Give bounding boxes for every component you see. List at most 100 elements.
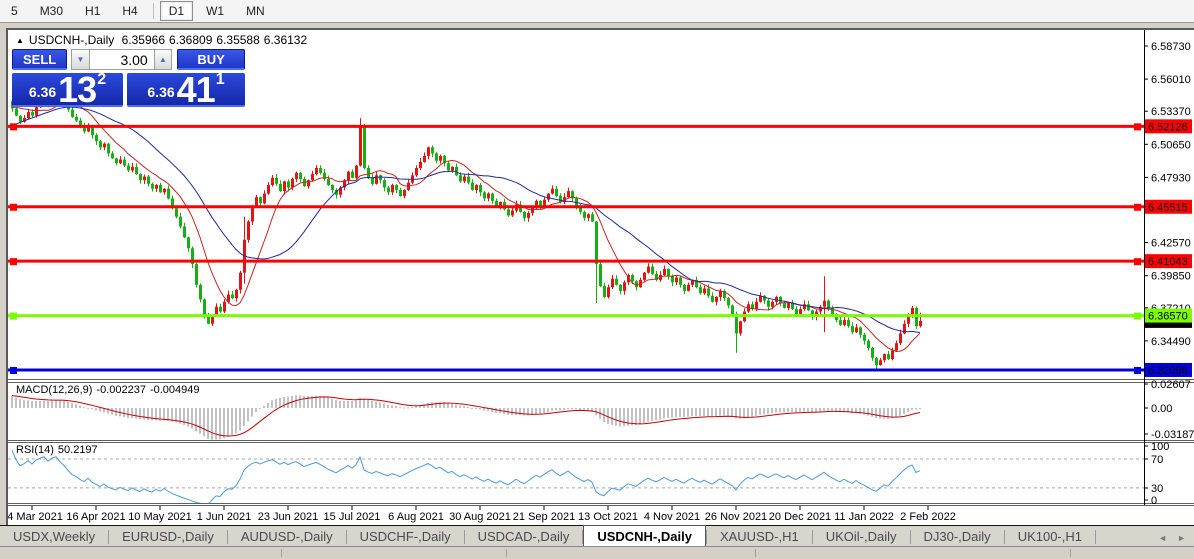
sell-button[interactable]: SELL: [12, 49, 67, 70]
tab-uk100-h1[interactable]: UK100-,H1: [1005, 527, 1095, 547]
date-tick-label: 16 Apr 2021: [66, 511, 125, 523]
price-line-label: 6.36570: [1148, 311, 1188, 323]
timeframe-button-d1[interactable]: D1: [160, 1, 193, 21]
panel-divider: [1070, 549, 1071, 557]
volume-input[interactable]: [90, 49, 154, 70]
date-tick-label: 13 Oct 2021: [578, 511, 638, 523]
panel-divider: [506, 549, 507, 557]
date-tick-label: 2 Feb 2022: [900, 511, 956, 523]
date-tick-label: 26 Nov 2021: [705, 511, 767, 523]
buy-price-display[interactable]: 6.36 41 1: [127, 73, 245, 107]
chart-title: ▲USDCNH-,Daily 6.359666.368096.355886.36…: [16, 33, 311, 47]
date-tick-label: 20 Dec 2021: [769, 511, 831, 523]
pane-separators: [8, 380, 1194, 506]
date-tick-label: 23 Jun 2021: [258, 511, 319, 523]
collapse-panel-icon[interactable]: ▲: [16, 36, 24, 45]
volume-increase-button[interactable]: ▲: [154, 49, 172, 70]
spinner-up-icon: ▲: [159, 55, 167, 64]
macd-indicator-label: MACD(12,26,9)-0.002237-0.004949: [16, 384, 204, 396]
price-tick-label: 6.50650: [1151, 139, 1191, 151]
trading-platform-window: { "icons": { "collapse": "▲", "spinner_d…: [0, 0, 1194, 558]
sell-price-figure: 6.36: [29, 84, 56, 100]
chart-title-symbol: USDCNH-,Daily: [29, 33, 114, 47]
timeframe-button-5[interactable]: 5: [2, 1, 27, 21]
buy-price-point: 1: [216, 71, 225, 89]
tab-ukoil-daily[interactable]: UKOil-,Daily: [813, 527, 910, 547]
rsi-indicator-label: RSI(14) 50.2197: [16, 444, 102, 456]
hline-handle-right[interactable]: [1134, 313, 1141, 320]
macd-name: MACD(12,26,9): [16, 384, 92, 396]
timeframe-button-mn[interactable]: MN: [237, 1, 274, 21]
bottom-panel-edge: [0, 546, 1194, 559]
price-tick-label: 6.56010: [1151, 74, 1191, 86]
rsi-value: 50.2197: [58, 444, 98, 456]
timeframe-toolbar: 5M30H1H4 D1W1MN: [0, 0, 1194, 23]
price-tick-label: 6.39850: [1151, 271, 1191, 283]
date-tick-label: 10 May 2021: [128, 511, 192, 523]
price-tick-label: 6.58730: [1151, 41, 1191, 53]
hline-handle-left[interactable]: [10, 123, 17, 130]
tab-scroll-left-icon[interactable]: ◄: [1158, 533, 1167, 543]
macd-main-value: -0.002237: [96, 384, 146, 396]
macd-axis-label: 0.00: [1151, 403, 1172, 415]
spinner-down-icon: ▼: [77, 55, 85, 64]
hline-handle-left[interactable]: [10, 258, 17, 265]
date-tick-label: 24 Mar 2021: [8, 511, 63, 523]
macd-axis-label: -0.031872: [1151, 429, 1194, 441]
hline-handle-left[interactable]: [10, 367, 17, 374]
price-axis[interactable]: 6.58730 6.56010 6.53370 6.50650 6.47930 6.425…: [1144, 30, 1194, 507]
rsi-name: RSI(14): [16, 444, 54, 456]
rsi-axis-label: 0: [1151, 495, 1157, 507]
tab-scroll-right-icon[interactable]: ►: [1177, 533, 1186, 543]
tab-dj30-daily[interactable]: DJ30-,Daily: [911, 527, 1004, 547]
panel-divider: [755, 549, 756, 557]
tab-usdx-weekly[interactable]: USDX,Weekly: [0, 527, 108, 547]
price-tick-label: 6.42570: [1151, 238, 1191, 250]
hline-handle-right[interactable]: [1134, 367, 1141, 374]
timeframe-button-h4[interactable]: H4: [113, 1, 146, 21]
ohlc-high: 6.36809: [169, 33, 212, 47]
hline-handle-right[interactable]: [1134, 258, 1141, 265]
timeframe-button-m30[interactable]: M30: [31, 1, 72, 21]
date-tick-label: 15 Jul 2021: [324, 511, 381, 523]
tab-audusd-daily[interactable]: AUDUSD-,Daily: [228, 527, 346, 547]
sell-price-pips: 13: [58, 75, 96, 105]
volume-decrease-button[interactable]: ▼: [71, 49, 89, 70]
symbol-tabbar: USDX,WeeklyEURUSD-,DailyAUDUSD-,DailyUSD…: [0, 525, 1194, 547]
chart-window: 6.58730 6.56010 6.53370 6.50650 6.47930 6.425…: [6, 28, 1194, 525]
tab-usdcnh-daily[interactable]: USDCNH-,Daily: [583, 525, 706, 547]
horizontal-level-lines[interactable]: [8, 123, 1144, 374]
hline-handle-right[interactable]: [1134, 123, 1141, 130]
price-line-label: 6.45515: [1148, 202, 1188, 214]
price-tick-label: 6.53370: [1151, 106, 1191, 118]
tab-eurusd-daily[interactable]: EURUSD-,Daily: [109, 527, 227, 547]
tab-usdcad-daily[interactable]: USDCAD-,Daily: [465, 527, 583, 547]
date-axis[interactable]: 24 Mar 202116 Apr 202110 May 2021 1 Jun 2…: [8, 506, 956, 523]
rsi-pane: [8, 450, 1144, 504]
price-tick-label: 6.47930: [1151, 172, 1191, 184]
buy-price-pips: 41: [177, 75, 215, 105]
rsi-axis-label: 30: [1151, 483, 1163, 495]
one-click-trading-panel: SELL ▼ ▲ BUY 6.36 13 2 6.36 41 1: [12, 49, 245, 107]
date-tick-label: 1 Jun 2021: [197, 511, 251, 523]
buy-button[interactable]: BUY: [177, 49, 245, 70]
tab-xauusd-h1[interactable]: XAUUSD-,H1: [707, 527, 812, 547]
date-tick-label: 4 Nov 2021: [644, 511, 700, 523]
sell-price-display[interactable]: 6.36 13 2: [12, 73, 123, 107]
tab-divider: [1095, 530, 1096, 544]
buy-price-figure: 6.36: [147, 84, 174, 100]
timeframe-button-w1[interactable]: W1: [197, 1, 233, 21]
tab-usdchf-daily[interactable]: USDCHF-,Daily: [347, 527, 464, 547]
hline-handle-left[interactable]: [10, 313, 17, 320]
ohlc-open: 6.35966: [122, 33, 165, 47]
hline-handle-left[interactable]: [10, 204, 17, 211]
moving-averages-layer: [12, 102, 920, 351]
rsi-axis-label: 70: [1151, 454, 1163, 466]
date-tick-label: 6 Aug 2021: [388, 511, 444, 523]
price-line-label: 6.41043: [1148, 256, 1188, 268]
sell-price-point: 2: [97, 71, 106, 89]
timeframe-button-h1[interactable]: H1: [76, 1, 109, 21]
date-tick-label: 21 Sep 2021: [513, 511, 575, 523]
hline-handle-right[interactable]: [1134, 204, 1141, 211]
price-line-label: 6.52126: [1148, 121, 1188, 133]
